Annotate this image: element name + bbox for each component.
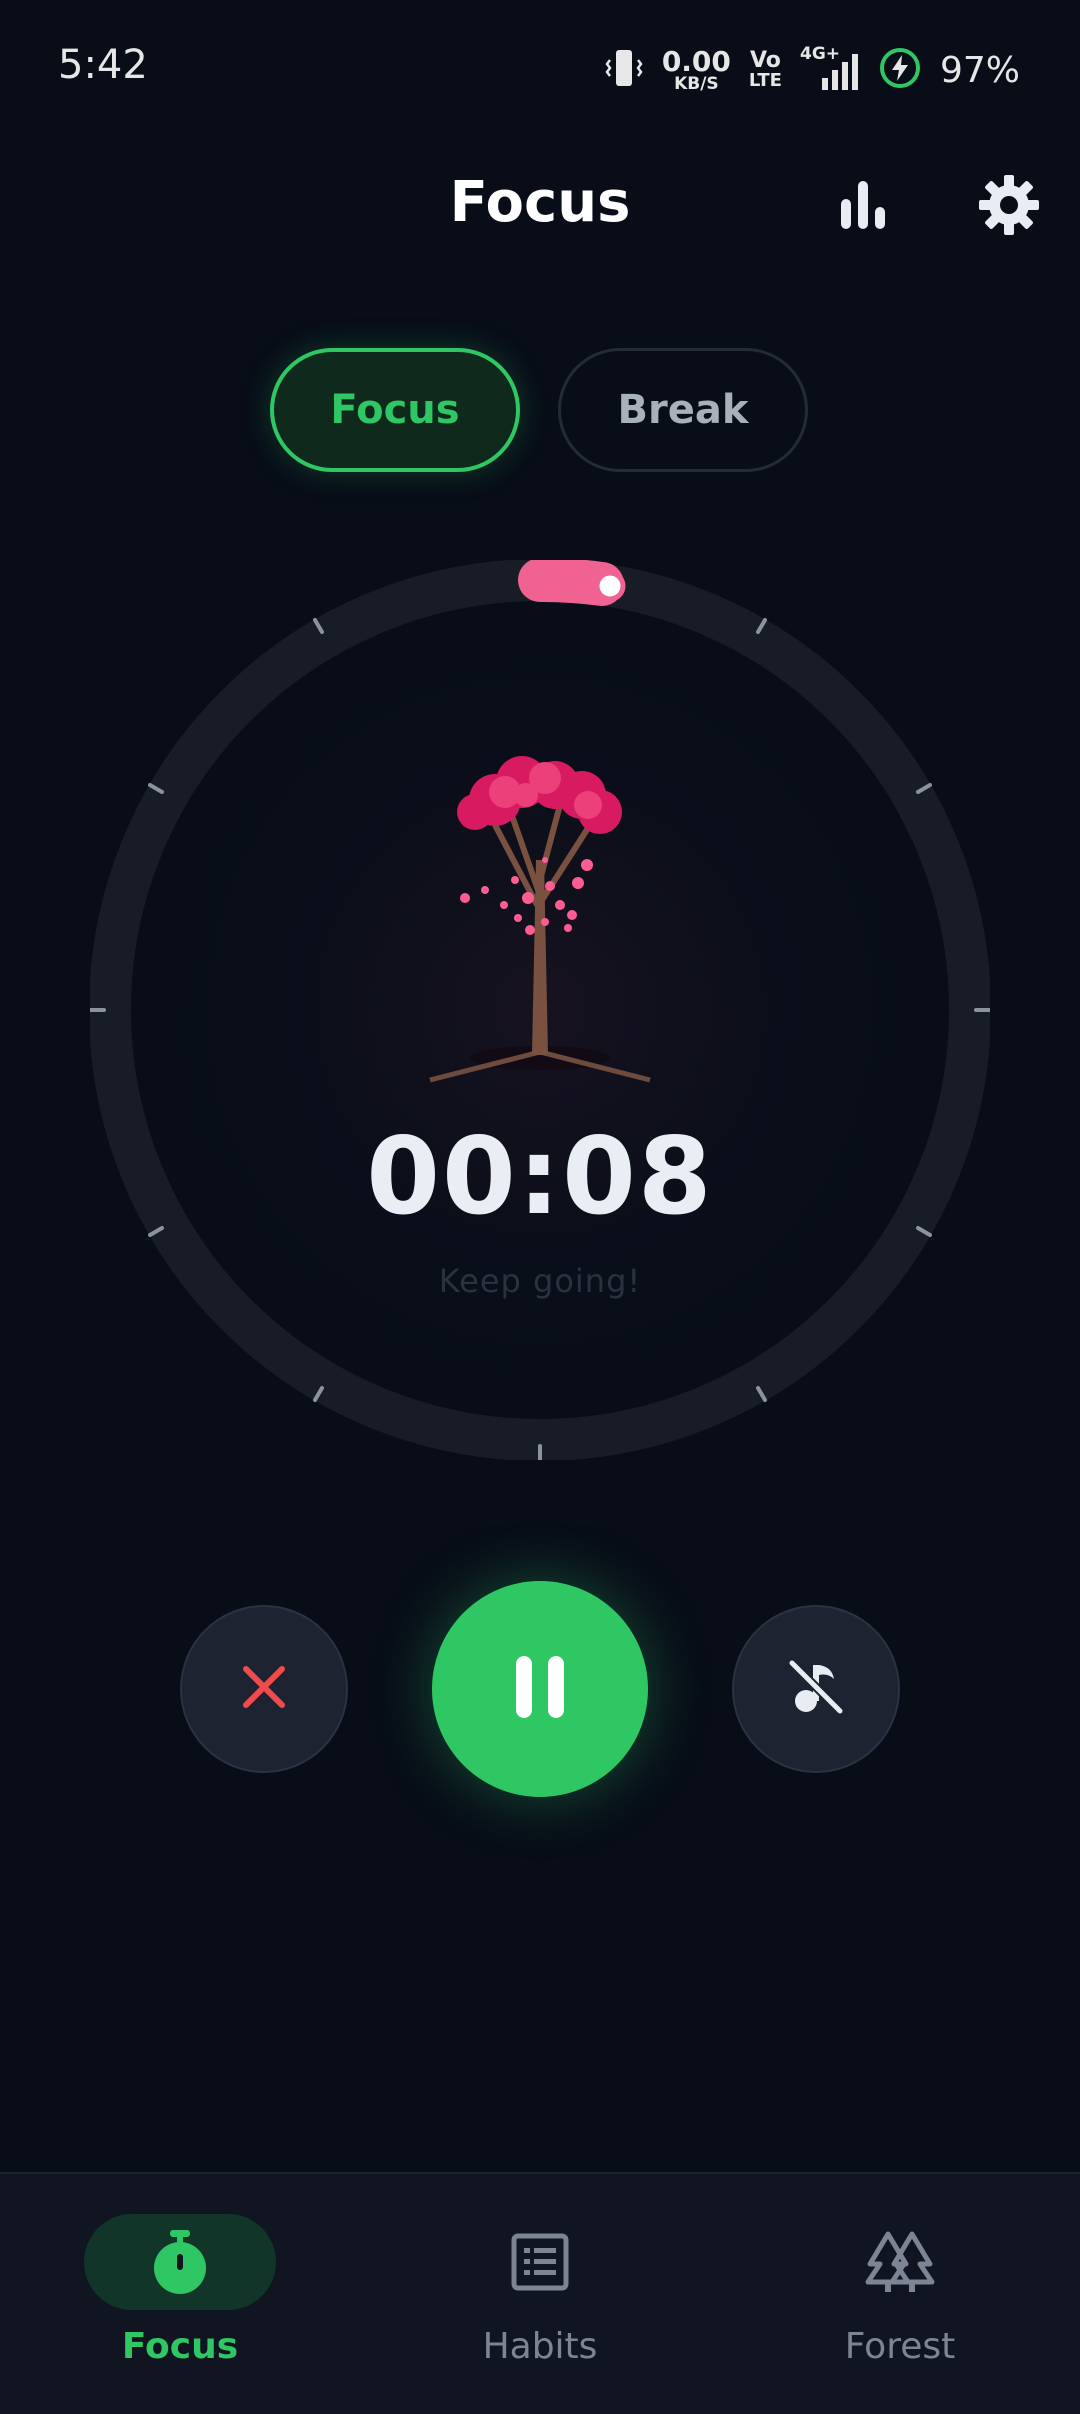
battery-percent: 97% — [939, 49, 1020, 91]
timer-dial — [90, 560, 990, 1460]
battery-charging-icon — [878, 46, 922, 94]
nav-label-forest: Forest — [844, 2326, 956, 2367]
status-indicators: 0.00 KB/S Vo LTE 4G+ 97% — [604, 40, 1020, 100]
progress-knob — [594, 570, 626, 602]
timer-display: 00:08 — [366, 1115, 714, 1238]
tab-focus[interactable]: Focus — [270, 348, 520, 472]
status-bar: 5:42 0.00 KB/S Vo LTE 4G+ 97% — [0, 0, 1080, 140]
signal-icon: 4G+ — [800, 44, 860, 92]
bar-chart-icon[interactable] — [828, 170, 898, 240]
nav-item-habits[interactable]: Habits — [360, 2174, 720, 2414]
list-icon — [360, 2226, 720, 2298]
music-toggle-button[interactable] — [732, 1605, 900, 1773]
gear-icon[interactable] — [974, 170, 1044, 240]
stopwatch-icon — [0, 2226, 360, 2298]
vibrate-icon — [604, 46, 644, 94]
stop-button[interactable] — [180, 1605, 348, 1773]
nav-item-forest[interactable]: Forest — [720, 2174, 1080, 2414]
network-speed: 0.00 KB/S — [661, 44, 731, 94]
timer-progress-arc — [518, 560, 624, 606]
tab-break[interactable]: Break — [558, 348, 808, 472]
music-off-icon — [784, 1655, 848, 1723]
pause-icon — [508, 1652, 572, 1726]
nav-label-habits: Habits — [482, 2326, 598, 2367]
volte-indicator: Vo LTE — [748, 48, 782, 91]
close-icon — [238, 1661, 290, 1717]
page-title: Focus — [449, 170, 631, 235]
status-time: 5:42 — [58, 42, 148, 88]
encouragement-text: Keep going! — [438, 1262, 642, 1300]
nav-item-focus[interactable]: Focus — [0, 2174, 360, 2414]
bottom-nav: Focus Habits Forest — [0, 2172, 1080, 2414]
nav-label-focus: Focus — [121, 2326, 239, 2367]
header: Focus — [0, 160, 1080, 250]
pause-button[interactable] — [432, 1581, 648, 1797]
trees-icon — [720, 2226, 1080, 2298]
